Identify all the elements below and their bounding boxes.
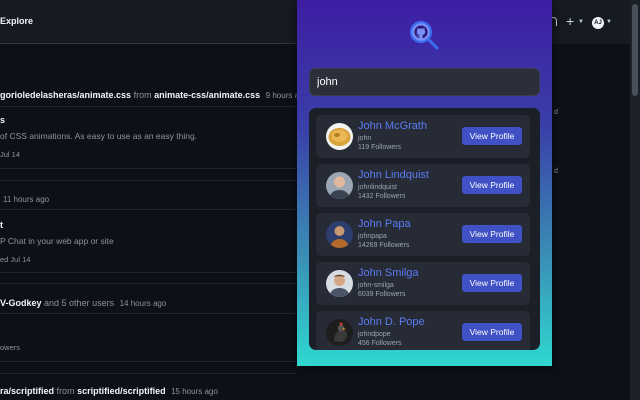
feed-divider	[0, 313, 296, 314]
feed-description: of CSS animations. As easy to use as an …	[0, 131, 198, 141]
user-followers: 456 Followers	[358, 340, 402, 347]
user-login: john	[358, 135, 372, 142]
feed-divider	[0, 283, 296, 284]
user-followers: 6039 Followers	[358, 291, 406, 298]
user-name: John Smilga	[358, 267, 419, 279]
feed-divider	[0, 209, 296, 210]
feed-divider	[0, 373, 296, 374]
chevron-down-icon[interactable]: ▼	[578, 19, 584, 25]
feed-from-word: from	[56, 386, 75, 396]
nav-explore-link[interactable]: Explore	[0, 16, 33, 26]
feed-actor-link[interactable]: gorioledelasheras/animate.css	[0, 90, 131, 100]
user-results-list[interactable]: John McGrath john 119 Followers View Pro…	[309, 108, 540, 350]
scrollbar-thumb[interactable]	[632, 4, 638, 96]
feed-divider	[0, 180, 296, 181]
feed-divider	[0, 106, 296, 107]
feed-meta: ed Jul 14	[0, 255, 31, 264]
user-login: johnpapa	[358, 233, 387, 240]
github-search-popup: John McGrath john 119 Followers View Pro…	[297, 0, 552, 366]
view-profile-button[interactable]: View Profile	[462, 225, 522, 243]
user-login: johnlindquist	[358, 184, 397, 191]
feed-divider	[0, 168, 296, 169]
feed-divider	[0, 272, 296, 273]
view-profile-button[interactable]: View Profile	[462, 274, 522, 292]
user-avatar[interactable]	[326, 123, 353, 150]
feed-description: P Chat in your web app or site	[0, 236, 114, 246]
user-followers: 119 Followers	[358, 144, 402, 151]
user-name: John D. Pope	[358, 316, 425, 328]
feed-actor-link[interactable]: V-Godkey	[0, 298, 42, 308]
user-card: John Smilga john-smilga 6039 Followers V…	[316, 262, 530, 305]
view-profile-button[interactable]: View Profile	[462, 323, 522, 341]
search-input[interactable]	[309, 68, 540, 96]
feed-repo-link[interactable]: scriptified/scriptified	[77, 386, 166, 396]
feed-suffix: and 5 other users	[44, 298, 115, 308]
feed-time: 11 hours ago	[3, 195, 50, 204]
feed-divider	[0, 361, 296, 362]
feed-item-title[interactable]: gorioledelasheras/animate.css from anima…	[0, 90, 308, 100]
user-avatar[interactable]	[326, 221, 353, 248]
person-portrait-avatar-icon	[326, 221, 353, 248]
user-card: John McGrath john 119 Followers View Pro…	[316, 115, 530, 158]
food-bowl-avatar-icon	[326, 123, 353, 150]
feed-repo-link[interactable]: animate-css/animate.css	[154, 90, 260, 100]
feed-meta: Jul 14	[0, 150, 21, 159]
view-profile-button[interactable]: View Profile	[462, 127, 522, 145]
feed-item-title[interactable]: ra/scriptified from scriptified/scriptif…	[0, 386, 218, 396]
chevron-down-icon[interactable]: ▼	[606, 19, 612, 25]
sidebar-text-fragment: d	[554, 109, 558, 116]
rooster-avatar-icon	[326, 319, 353, 346]
user-login: john-smilga	[358, 282, 394, 289]
feed-from-word: from	[133, 90, 152, 100]
sidebar-text-fragment: d	[554, 168, 558, 175]
user-card: John Lindquist johnlindquist 1432 Follow…	[316, 164, 530, 207]
user-name: John McGrath	[358, 120, 428, 132]
feed-item-title[interactable]: V-Godkey and 5 other users 14 hours ago	[0, 298, 166, 308]
feed-time: 15 hours ago	[171, 387, 218, 396]
person-portrait-avatar-icon	[326, 172, 353, 199]
person-portrait-avatar-icon	[326, 270, 353, 297]
feed-actor-link[interactable]: ra/scriptified	[0, 386, 54, 396]
user-name: John Papa	[358, 218, 411, 230]
avatar[interactable]: AJ	[592, 17, 604, 29]
plus-icon[interactable]: +	[566, 13, 574, 29]
user-avatar[interactable]	[326, 172, 353, 199]
page-scrollbar[interactable]	[630, 0, 640, 400]
feed-repo-fragment: s	[0, 115, 6, 125]
view-profile-button[interactable]: View Profile	[462, 176, 522, 194]
feed-meta: owers	[0, 343, 21, 352]
user-avatar[interactable]	[326, 270, 353, 297]
user-followers: 14269 Followers	[358, 242, 410, 249]
feed-repo-fragment: t	[0, 220, 3, 230]
user-avatar[interactable]	[326, 319, 353, 346]
feed-time: 14 hours ago	[119, 299, 167, 308]
user-login: johndpope	[358, 331, 391, 338]
github-search-icon	[409, 20, 439, 50]
user-card: John Papa johnpapa 14269 Followers View …	[316, 213, 530, 256]
user-card: John D. Pope johndpope 456 Followers Vie…	[316, 311, 530, 350]
user-followers: 1432 Followers	[358, 193, 406, 200]
user-name: John Lindquist	[358, 169, 429, 181]
